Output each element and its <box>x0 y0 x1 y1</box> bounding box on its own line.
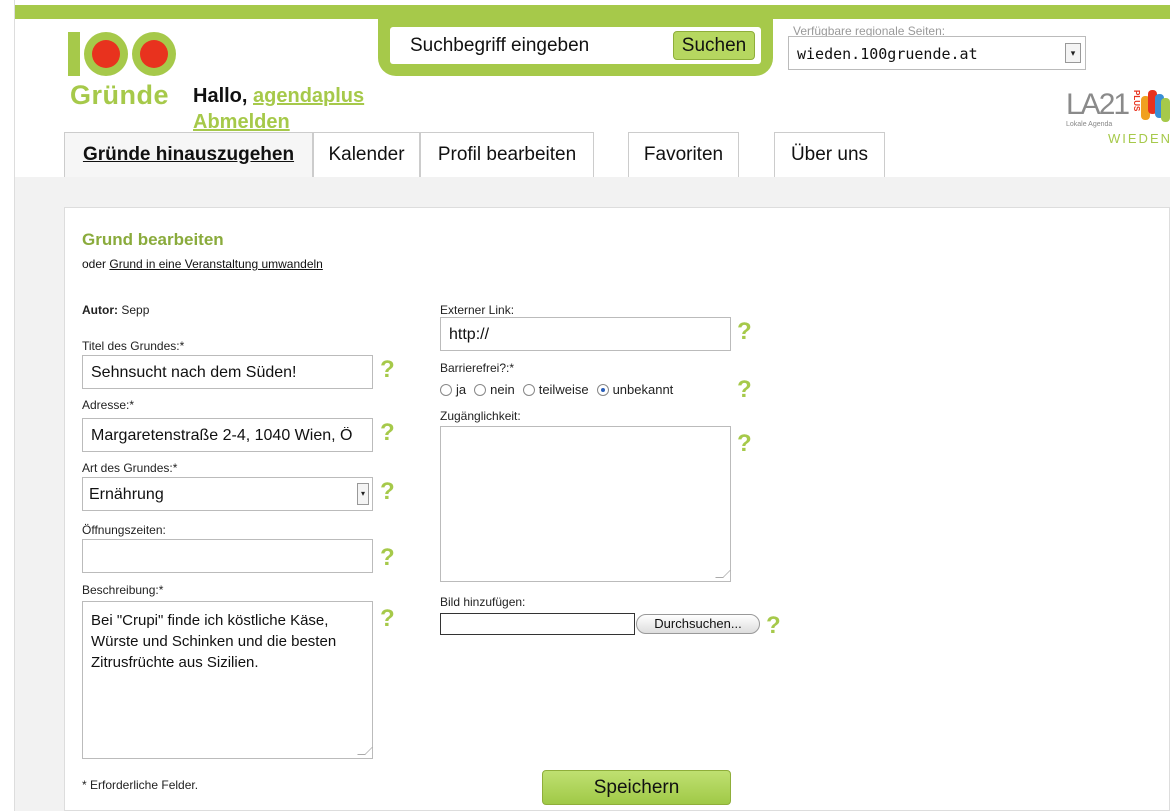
title-value: Sehnsucht nach dem Süden! <box>91 364 297 381</box>
description-value: Bei "Crupi" finde ich köstliche Käse, Wü… <box>91 612 337 671</box>
radio-button[interactable] <box>522 383 535 396</box>
search-button[interactable]: Suchen <box>673 31 755 60</box>
external-link-field[interactable]: http:// <box>440 317 731 351</box>
accessibility-textarea[interactable] <box>440 426 731 582</box>
help-icon[interactable]: ? <box>737 376 752 404</box>
author-value: Sepp <box>121 303 150 317</box>
la21-plus: PLUS <box>1132 90 1141 112</box>
convert-line: oder Grund in eine Veranstaltung umwande… <box>82 257 323 271</box>
tab-favoriten[interactable]: Favoriten <box>628 132 739 178</box>
required-note: * Erforderliche Felder. <box>82 778 199 792</box>
address-label: Adresse:* <box>82 398 135 412</box>
chevron-down-icon[interactable]: ▾ <box>1065 43 1081 63</box>
help-icon[interactable]: ? <box>380 419 395 447</box>
hours-field[interactable] <box>82 539 373 573</box>
tab-ueber-uns[interactable]: Über uns <box>774 132 885 178</box>
help-icon[interactable]: ? <box>380 478 395 506</box>
greeting-text: Hallo, <box>193 85 248 107</box>
radio-nein[interactable]: nein <box>474 382 515 397</box>
tab-profil-bearbeiten[interactable]: Profil bearbeiten <box>420 132 594 178</box>
convert-prefix: oder <box>82 257 110 271</box>
chevron-down-icon[interactable]: ▾ <box>357 483 369 505</box>
barrier-label: Barrierefrei?:* <box>440 361 515 375</box>
radio-button[interactable] <box>474 383 487 396</box>
help-icon[interactable]: ? <box>380 356 395 384</box>
people-icon <box>1141 90 1170 122</box>
radio-unbekannt[interactable]: unbekannt <box>596 382 674 397</box>
description-label: Beschreibung:* <box>82 583 164 597</box>
type-select[interactable]: Ernährung ▾ <box>82 477 373 511</box>
search-placeholder: Suchbegriff eingeben <box>410 35 590 56</box>
la21-subtitle: Lokale Agenda <box>1066 121 1113 128</box>
greeting: Hallo, agendaplus <box>193 85 364 108</box>
la21-text: LA21 <box>1066 88 1130 121</box>
page-title: Grund bearbeiten <box>82 230 224 249</box>
radio-label: nein <box>490 382 515 397</box>
radio-ja[interactable]: ja <box>440 382 466 397</box>
save-button[interactable]: Speichern <box>542 770 731 805</box>
convert-to-event-link[interactable]: Grund in eine Veranstaltung umwandeln <box>109 257 322 271</box>
description-textarea[interactable]: Bei "Crupi" finde ich köstliche Käse, Wü… <box>82 601 373 759</box>
access-label: Zugänglichkeit: <box>440 409 521 423</box>
logo-digit-one <box>68 32 80 76</box>
hours-label: Öffnungszeiten: <box>82 523 166 537</box>
radio-button-selected[interactable] <box>596 383 609 396</box>
radio-label: ja <box>456 382 467 397</box>
help-icon[interactable]: ? <box>380 605 395 633</box>
logo-digit-zero <box>132 32 176 76</box>
tab-kalender[interactable]: Kalender <box>313 132 420 178</box>
region-select[interactable]: wieden.100gruende.at ▾ <box>788 36 1086 70</box>
author-label: Autor: <box>82 303 118 317</box>
image-file-input[interactable] <box>440 613 635 635</box>
resize-handle-icon[interactable] <box>357 747 373 755</box>
username-link[interactable]: agendaplus <box>253 85 364 107</box>
logo-digit-zero <box>84 32 128 76</box>
help-icon[interactable]: ? <box>737 318 752 346</box>
image-label: Bild hinzufügen: <box>440 595 526 609</box>
author-line: Autor: Sepp <box>82 303 149 317</box>
logo-word: Gründe <box>70 80 170 110</box>
region-selected-value: wieden.100gruende.at <box>797 45 978 63</box>
type-label: Art des Grundes:* <box>82 461 178 475</box>
radio-label: unbekannt <box>612 382 674 397</box>
window-left-edge <box>0 0 15 811</box>
la21-district: WIEDEN <box>1108 131 1170 146</box>
radio-label: teilweise <box>538 382 589 397</box>
search-panel: Suchbegriff eingeben Suchen <box>378 19 773 76</box>
radio-teilweise[interactable]: teilweise <box>522 382 589 397</box>
help-icon[interactable]: ? <box>766 612 781 640</box>
barrier-radio-group: ja nein teilweise unbekannt <box>440 382 681 397</box>
top-accent-bar <box>15 5 1170 19</box>
la21-logo[interactable]: LA21 PLUS Lokale Agenda WIEDEN <box>1066 88 1170 148</box>
address-field[interactable]: Margaretenstraße 2-4, 1040 Wien, Ö <box>82 418 373 452</box>
title-label: Titel des Grundes:* <box>82 339 185 353</box>
title-field[interactable]: Sehnsucht nach dem Süden! <box>82 355 373 389</box>
link-label: Externer Link: <box>440 303 515 317</box>
address-value: Margaretenstraße 2-4, 1040 Wien, Ö <box>91 427 353 444</box>
search-input[interactable]: Suchbegriff eingeben Suchen <box>390 27 761 64</box>
tab-gruende-hinauszugehen[interactable]: Gründe hinauszugehen <box>64 132 313 178</box>
type-value: Ernährung <box>89 486 164 503</box>
help-icon[interactable]: ? <box>380 544 395 572</box>
external-link-value: http:// <box>449 326 490 343</box>
logout-link[interactable]: Abmelden <box>193 111 290 134</box>
radio-button[interactable] <box>440 383 452 396</box>
resize-handle-icon[interactable] <box>715 570 731 578</box>
browse-button[interactable]: Durchsuchen... <box>636 614 760 634</box>
site-logo[interactable]: Gründe <box>68 24 178 114</box>
help-icon[interactable]: ? <box>737 430 752 458</box>
